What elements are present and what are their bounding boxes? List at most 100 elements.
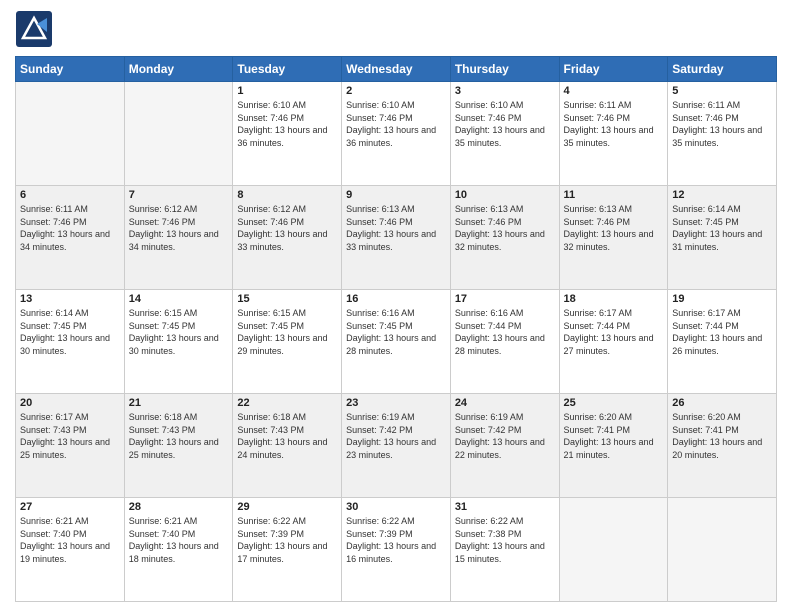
calendar-cell: 30 Sunrise: 6:22 AMSunset: 7:39 PMDayligh… [342, 498, 451, 602]
day-number: 22 [237, 397, 337, 409]
day-info: Sunrise: 6:17 AMSunset: 7:44 PMDaylight:… [672, 307, 772, 357]
day-number: 24 [455, 397, 555, 409]
day-number: 18 [564, 293, 664, 305]
day-info: Sunrise: 6:12 AMSunset: 7:46 PMDaylight:… [129, 203, 229, 253]
day-info: Sunrise: 6:22 AMSunset: 7:38 PMDaylight:… [455, 515, 555, 565]
calendar-cell: 23 Sunrise: 6:19 AMSunset: 7:42 PMDayligh… [342, 394, 451, 498]
day-info: Sunrise: 6:15 AMSunset: 7:45 PMDaylight:… [237, 307, 337, 357]
day-number: 26 [672, 397, 772, 409]
calendar-cell: 14 Sunrise: 6:15 AMSunset: 7:45 PMDayligh… [124, 290, 233, 394]
day-number: 3 [455, 85, 555, 97]
day-number: 21 [129, 397, 229, 409]
day-number: 17 [455, 293, 555, 305]
calendar-cell: 19 Sunrise: 6:17 AMSunset: 7:44 PMDayligh… [668, 290, 777, 394]
day-info: Sunrise: 6:21 AMSunset: 7:40 PMDaylight:… [129, 515, 229, 565]
day-info: Sunrise: 6:10 AMSunset: 7:46 PMDaylight:… [237, 99, 337, 149]
day-info: Sunrise: 6:18 AMSunset: 7:43 PMDaylight:… [129, 411, 229, 461]
day-info: Sunrise: 6:13 AMSunset: 7:46 PMDaylight:… [455, 203, 555, 253]
day-info: Sunrise: 6:13 AMSunset: 7:46 PMDaylight:… [346, 203, 446, 253]
calendar-cell: 29 Sunrise: 6:22 AMSunset: 7:39 PMDayligh… [233, 498, 342, 602]
day-info: Sunrise: 6:13 AMSunset: 7:46 PMDaylight:… [564, 203, 664, 253]
day-number: 5 [672, 85, 772, 97]
day-number: 7 [129, 189, 229, 201]
day-number: 2 [346, 85, 446, 97]
day-number: 20 [20, 397, 120, 409]
calendar-cell: 17Sunrise: 6:16 AMSunset: 7:44 PMDayligh… [450, 290, 559, 394]
calendar-cell: 5 Sunrise: 6:11 AMSunset: 7:46 PMDaylight… [668, 82, 777, 186]
calendar-cell: 25 Sunrise: 6:20 AMSunset: 7:41 PMDayligh… [559, 394, 668, 498]
calendar-cell: 2 Sunrise: 6:10 AMSunset: 7:46 PMDaylight… [342, 82, 451, 186]
day-number: 4 [564, 85, 664, 97]
calendar-cell: 28 Sunrise: 6:21 AMSunset: 7:40 PMDayligh… [124, 498, 233, 602]
day-number: 16 [346, 293, 446, 305]
calendar-cell: 3 Sunrise: 6:10 AMSunset: 7:46 PMDaylight… [450, 82, 559, 186]
day-info: Sunrise: 6:22 AMSunset: 7:39 PMDaylight:… [237, 515, 337, 565]
calendar-cell: 1 Sunrise: 6:10 AMSunset: 7:46 PMDaylight… [233, 82, 342, 186]
col-header-wednesday: Wednesday [342, 57, 451, 82]
day-number: 11 [564, 189, 664, 201]
calendar-cell: 8 Sunrise: 6:12 AMSunset: 7:46 PMDaylight… [233, 186, 342, 290]
day-number: 29 [237, 501, 337, 513]
day-info: Sunrise: 6:19 AMSunset: 7:42 PMDaylight:… [346, 411, 446, 461]
calendar-cell [559, 498, 668, 602]
col-header-tuesday: Tuesday [233, 57, 342, 82]
day-info: Sunrise: 6:22 AMSunset: 7:39 PMDaylight:… [346, 515, 446, 565]
calendar-cell: 31Sunrise: 6:22 AMSunset: 7:38 PMDayligh… [450, 498, 559, 602]
day-number: 30 [346, 501, 446, 513]
page: SundayMondayTuesdayWednesdayThursdayFrid… [0, 0, 792, 612]
day-number: 25 [564, 397, 664, 409]
day-info: Sunrise: 6:20 AMSunset: 7:41 PMDaylight:… [672, 411, 772, 461]
calendar-cell: 26 Sunrise: 6:20 AMSunset: 7:41 PMDayligh… [668, 394, 777, 498]
calendar-week-1: 1 Sunrise: 6:10 AMSunset: 7:46 PMDaylight… [16, 82, 777, 186]
day-info: Sunrise: 6:11 AMSunset: 7:46 PMDaylight:… [672, 99, 772, 149]
col-header-friday: Friday [559, 57, 668, 82]
calendar-cell: 7 Sunrise: 6:12 AMSunset: 7:46 PMDaylight… [124, 186, 233, 290]
calendar-cell: 16Sunrise: 6:16 AMSunset: 7:45 PMDayligh… [342, 290, 451, 394]
calendar-cell: 18Sunrise: 6:17 AMSunset: 7:44 PMDayligh… [559, 290, 668, 394]
calendar-cell: 21 Sunrise: 6:18 AMSunset: 7:43 PMDayligh… [124, 394, 233, 498]
day-info: Sunrise: 6:14 AMSunset: 7:45 PMDaylight:… [20, 307, 120, 357]
day-info: Sunrise: 6:11 AMSunset: 7:46 PMDaylight:… [564, 99, 664, 149]
day-number: 28 [129, 501, 229, 513]
header [15, 10, 777, 48]
logo [15, 10, 55, 48]
logo-icon [15, 10, 53, 48]
calendar-week-4: 20 Sunrise: 6:17 AMSunset: 7:43 PMDayligh… [16, 394, 777, 498]
col-header-saturday: Saturday [668, 57, 777, 82]
calendar-cell [16, 82, 125, 186]
day-info: Sunrise: 6:15 AMSunset: 7:45 PMDaylight:… [129, 307, 229, 357]
col-header-sunday: Sunday [16, 57, 125, 82]
calendar-cell: 15 Sunrise: 6:15 AMSunset: 7:45 PMDayligh… [233, 290, 342, 394]
day-number: 14 [129, 293, 229, 305]
calendar-cell [668, 498, 777, 602]
day-number: 15 [237, 293, 337, 305]
day-info: Sunrise: 6:20 AMSunset: 7:41 PMDaylight:… [564, 411, 664, 461]
day-info: Sunrise: 6:11 AMSunset: 7:46 PMDaylight:… [20, 203, 120, 253]
day-info: Sunrise: 6:19 AMSunset: 7:42 PMDaylight:… [455, 411, 555, 461]
calendar-cell: 12Sunrise: 6:14 AMSunset: 7:45 PMDayligh… [668, 186, 777, 290]
calendar-cell [124, 82, 233, 186]
day-number: 9 [346, 189, 446, 201]
day-info: Sunrise: 6:10 AMSunset: 7:46 PMDaylight:… [346, 99, 446, 149]
calendar-cell: 27Sunrise: 6:21 AMSunset: 7:40 PMDayligh… [16, 498, 125, 602]
calendar-header-row: SundayMondayTuesdayWednesdayThursdayFrid… [16, 57, 777, 82]
day-info: Sunrise: 6:12 AMSunset: 7:46 PMDaylight:… [237, 203, 337, 253]
calendar-cell: 22 Sunrise: 6:18 AMSunset: 7:43 PMDayligh… [233, 394, 342, 498]
day-info: Sunrise: 6:18 AMSunset: 7:43 PMDaylight:… [237, 411, 337, 461]
col-header-monday: Monday [124, 57, 233, 82]
day-number: 1 [237, 85, 337, 97]
day-number: 23 [346, 397, 446, 409]
day-number: 19 [672, 293, 772, 305]
calendar-week-2: 6 Sunrise: 6:11 AMSunset: 7:46 PMDaylight… [16, 186, 777, 290]
day-info: Sunrise: 6:21 AMSunset: 7:40 PMDaylight:… [20, 515, 120, 565]
calendar-week-3: 13Sunrise: 6:14 AMSunset: 7:45 PMDayligh… [16, 290, 777, 394]
calendar-cell: 10 Sunrise: 6:13 AMSunset: 7:46 PMDayligh… [450, 186, 559, 290]
col-header-thursday: Thursday [450, 57, 559, 82]
calendar: SundayMondayTuesdayWednesdayThursdayFrid… [15, 56, 777, 602]
day-number: 10 [455, 189, 555, 201]
day-number: 8 [237, 189, 337, 201]
day-number: 6 [20, 189, 120, 201]
calendar-week-5: 27Sunrise: 6:21 AMSunset: 7:40 PMDayligh… [16, 498, 777, 602]
day-info: Sunrise: 6:17 AMSunset: 7:43 PMDaylight:… [20, 411, 120, 461]
day-info: Sunrise: 6:10 AMSunset: 7:46 PMDaylight:… [455, 99, 555, 149]
